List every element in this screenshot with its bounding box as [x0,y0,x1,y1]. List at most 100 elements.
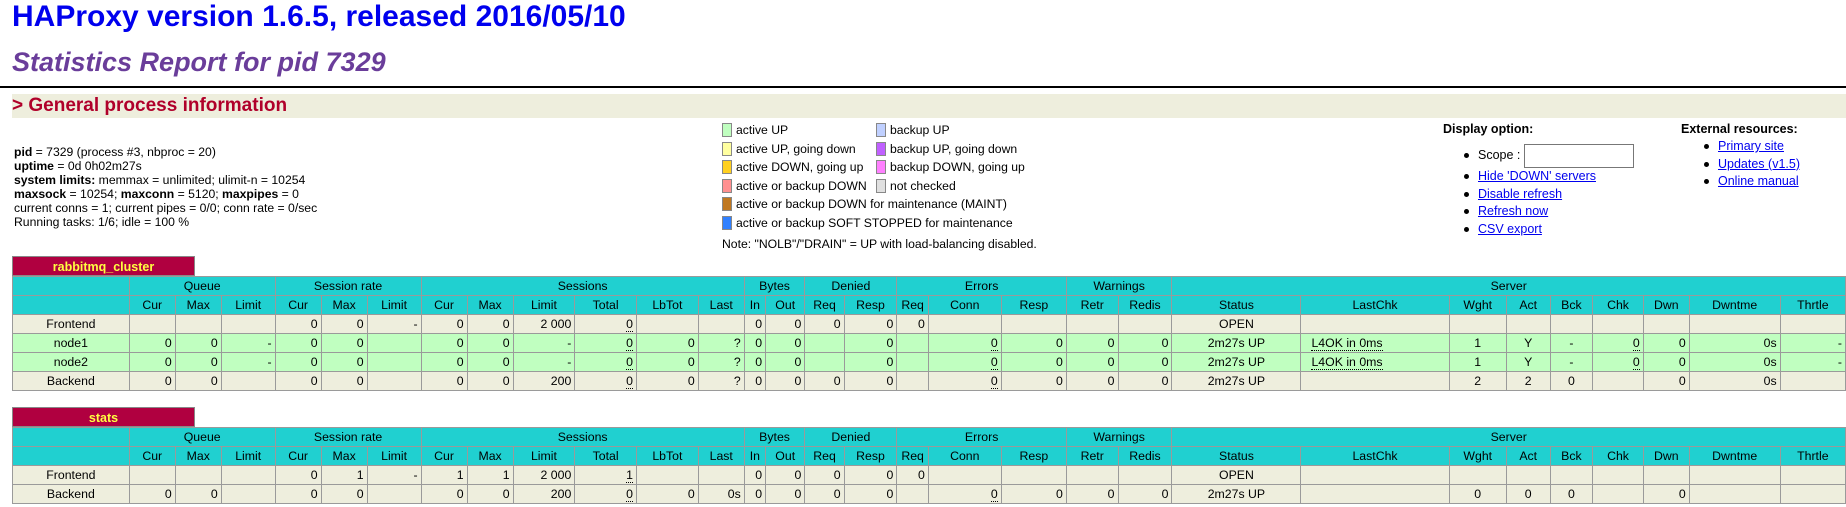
cell-value: 0 [1568,374,1575,388]
legend-label: active or backup DOWN [736,178,867,193]
table-cell: 0 [1117,371,1173,391]
table-cell [1642,465,1690,485]
cell-value: 0 [687,487,695,501]
column-header: In [743,446,767,466]
cell-value: 0 [687,336,695,350]
cell-value: 200 [550,374,572,388]
legend-swatch [722,178,732,193]
table-cell: 0 [1642,352,1690,372]
group-header: Denied [804,427,898,447]
table-cell: - [1779,352,1846,372]
table-cell: 0 [320,333,368,353]
column-header: Out [765,446,806,466]
table-cell: 0 [927,333,1002,353]
column-header: Limit [220,295,276,315]
cell-value: - [567,336,572,350]
cell-value: 2 [1474,374,1482,388]
cell-value: 0 [356,374,364,388]
table-cell [1300,465,1450,485]
table-cell: 0 [804,371,845,391]
column-header: Cur [128,295,176,315]
table-cell [1688,465,1781,485]
legend-label: active UP [736,123,789,137]
cell-value: 0 [1678,355,1686,369]
table-cell: - [220,333,276,353]
table-cell [366,333,422,353]
column-header: LbTot [636,446,699,466]
updates-link[interactable]: Updates (v1.5) [1718,157,1800,171]
table-cell [804,333,845,353]
cell-value: 0 [990,487,998,502]
hide-down-servers-link[interactable]: Hide 'DOWN' servers [1478,169,1596,183]
table-cell: 0 [927,352,1002,372]
group-header [12,427,130,447]
column-header: Req [896,295,929,315]
disable-refresh-link[interactable]: Disable refresh [1478,187,1562,201]
csv-export-link[interactable]: CSV export [1478,222,1542,236]
table-cell [1779,484,1846,504]
table-row[interactable]: Backend 0 0 0 0 0 0 200 0 0? 0 0 0 0 0 0 0 0 2m27s UP 2 2 0 0 0… [12,371,1846,391]
table-row[interactable]: Backend 0 0 0 0 0 0 200 0 0 0s 0 0 0 0 0 0 0 0 2m27s UP 0 0 0 0 [12,484,1846,504]
info-current-conns: current conns = 1; current pipes = 0/0; … [14,201,318,215]
cell-value: 0 [456,355,464,369]
group-header: Sessions [420,276,745,296]
column-header: Bck [1549,295,1594,315]
column-header: Thrtle [1779,446,1846,466]
column-header: Max [320,446,368,466]
cell-value: 1 [1474,355,1482,369]
table-cell: 0 [174,333,222,353]
table-cell [697,465,745,485]
cell-value: 200 [550,487,572,501]
table-cell: 1 [420,465,468,485]
table-cell: 0 [274,371,322,391]
table-cell: 0 [574,333,638,353]
column-header: Thrtle [1779,295,1846,315]
table-row[interactable]: node2 0 0 - 0 0 0 0 - 0 0? 0 0 0 0 0 0 0 2m27s UP L4OK in 0… [12,352,1846,372]
cell-value: - [413,468,418,482]
online-manual-link[interactable]: Online manual [1718,174,1799,188]
cell-value: 0 [917,468,925,482]
table-cell: 0 [574,352,638,372]
table-row[interactable]: node1 0 0 - 0 0 0 0 - 0 0? 0 0 0 0 0 0 0 2m27s UP L4OK in 0… [12,333,1846,353]
table-cell [1448,314,1507,334]
proxy-name-rabbitmq-cluster[interactable]: rabbitmq_cluster [12,256,195,276]
group-header: Sessions [420,427,745,447]
primary-site-link[interactable]: Primary site [1718,139,1784,153]
table-row[interactable]: Frontend 0 0 - 0 0 2 000 0 0 0 0 0 0 OPEN [12,314,1846,334]
cell-value: 0 [990,374,998,389]
table-cell: L4OK in 0ms [1300,333,1450,353]
column-header: Req [896,446,929,466]
cell-value: 0 [1568,487,1575,501]
cell-value: 0 [833,374,841,388]
cell-value: 0 [1678,336,1686,350]
refresh-now-link[interactable]: Refresh now [1478,204,1548,218]
table-cell: 0 [128,352,176,372]
group-header: Server [1171,276,1846,296]
table-cell: 0 [1000,484,1067,504]
cell-value: 0 [794,374,802,388]
table-cell: 0 [804,484,845,504]
cell-value: 1 [1474,336,1482,350]
proxy-name-stats[interactable]: stats [12,407,195,427]
cell-value: 0 [1056,355,1063,369]
table-cell: 0 [743,333,767,353]
scope-input[interactable] [1524,143,1635,168]
cell-value: 0 [356,317,364,331]
table-cell: 0 [765,465,806,485]
column-header: Resp [1000,446,1067,466]
column-header: Bck [1549,446,1594,466]
cell-value: 1 [626,468,634,483]
table-cell: 0s [1688,371,1781,391]
cell-value: 0 [502,374,510,388]
cell-value: - [267,336,272,350]
column-header: Out [765,295,806,315]
table-cell: 0 [1000,371,1067,391]
table-cell: 0 [1065,333,1119,353]
page-title: HAProxy version 1.6.5, released 2016/05/… [12,0,626,33]
table-cell: 0 [420,314,468,334]
table-row[interactable]: Frontend 0 1 - 1 1 2 000 1 0 0 0 0 0 OPEN [12,465,1846,485]
table-cell [1505,314,1551,334]
cell-value: 0 [1056,336,1063,350]
info-maxsock: maxsock = 10254; maxconn = 5120; maxpipe… [14,187,299,201]
cell-value: 0 [210,355,218,369]
